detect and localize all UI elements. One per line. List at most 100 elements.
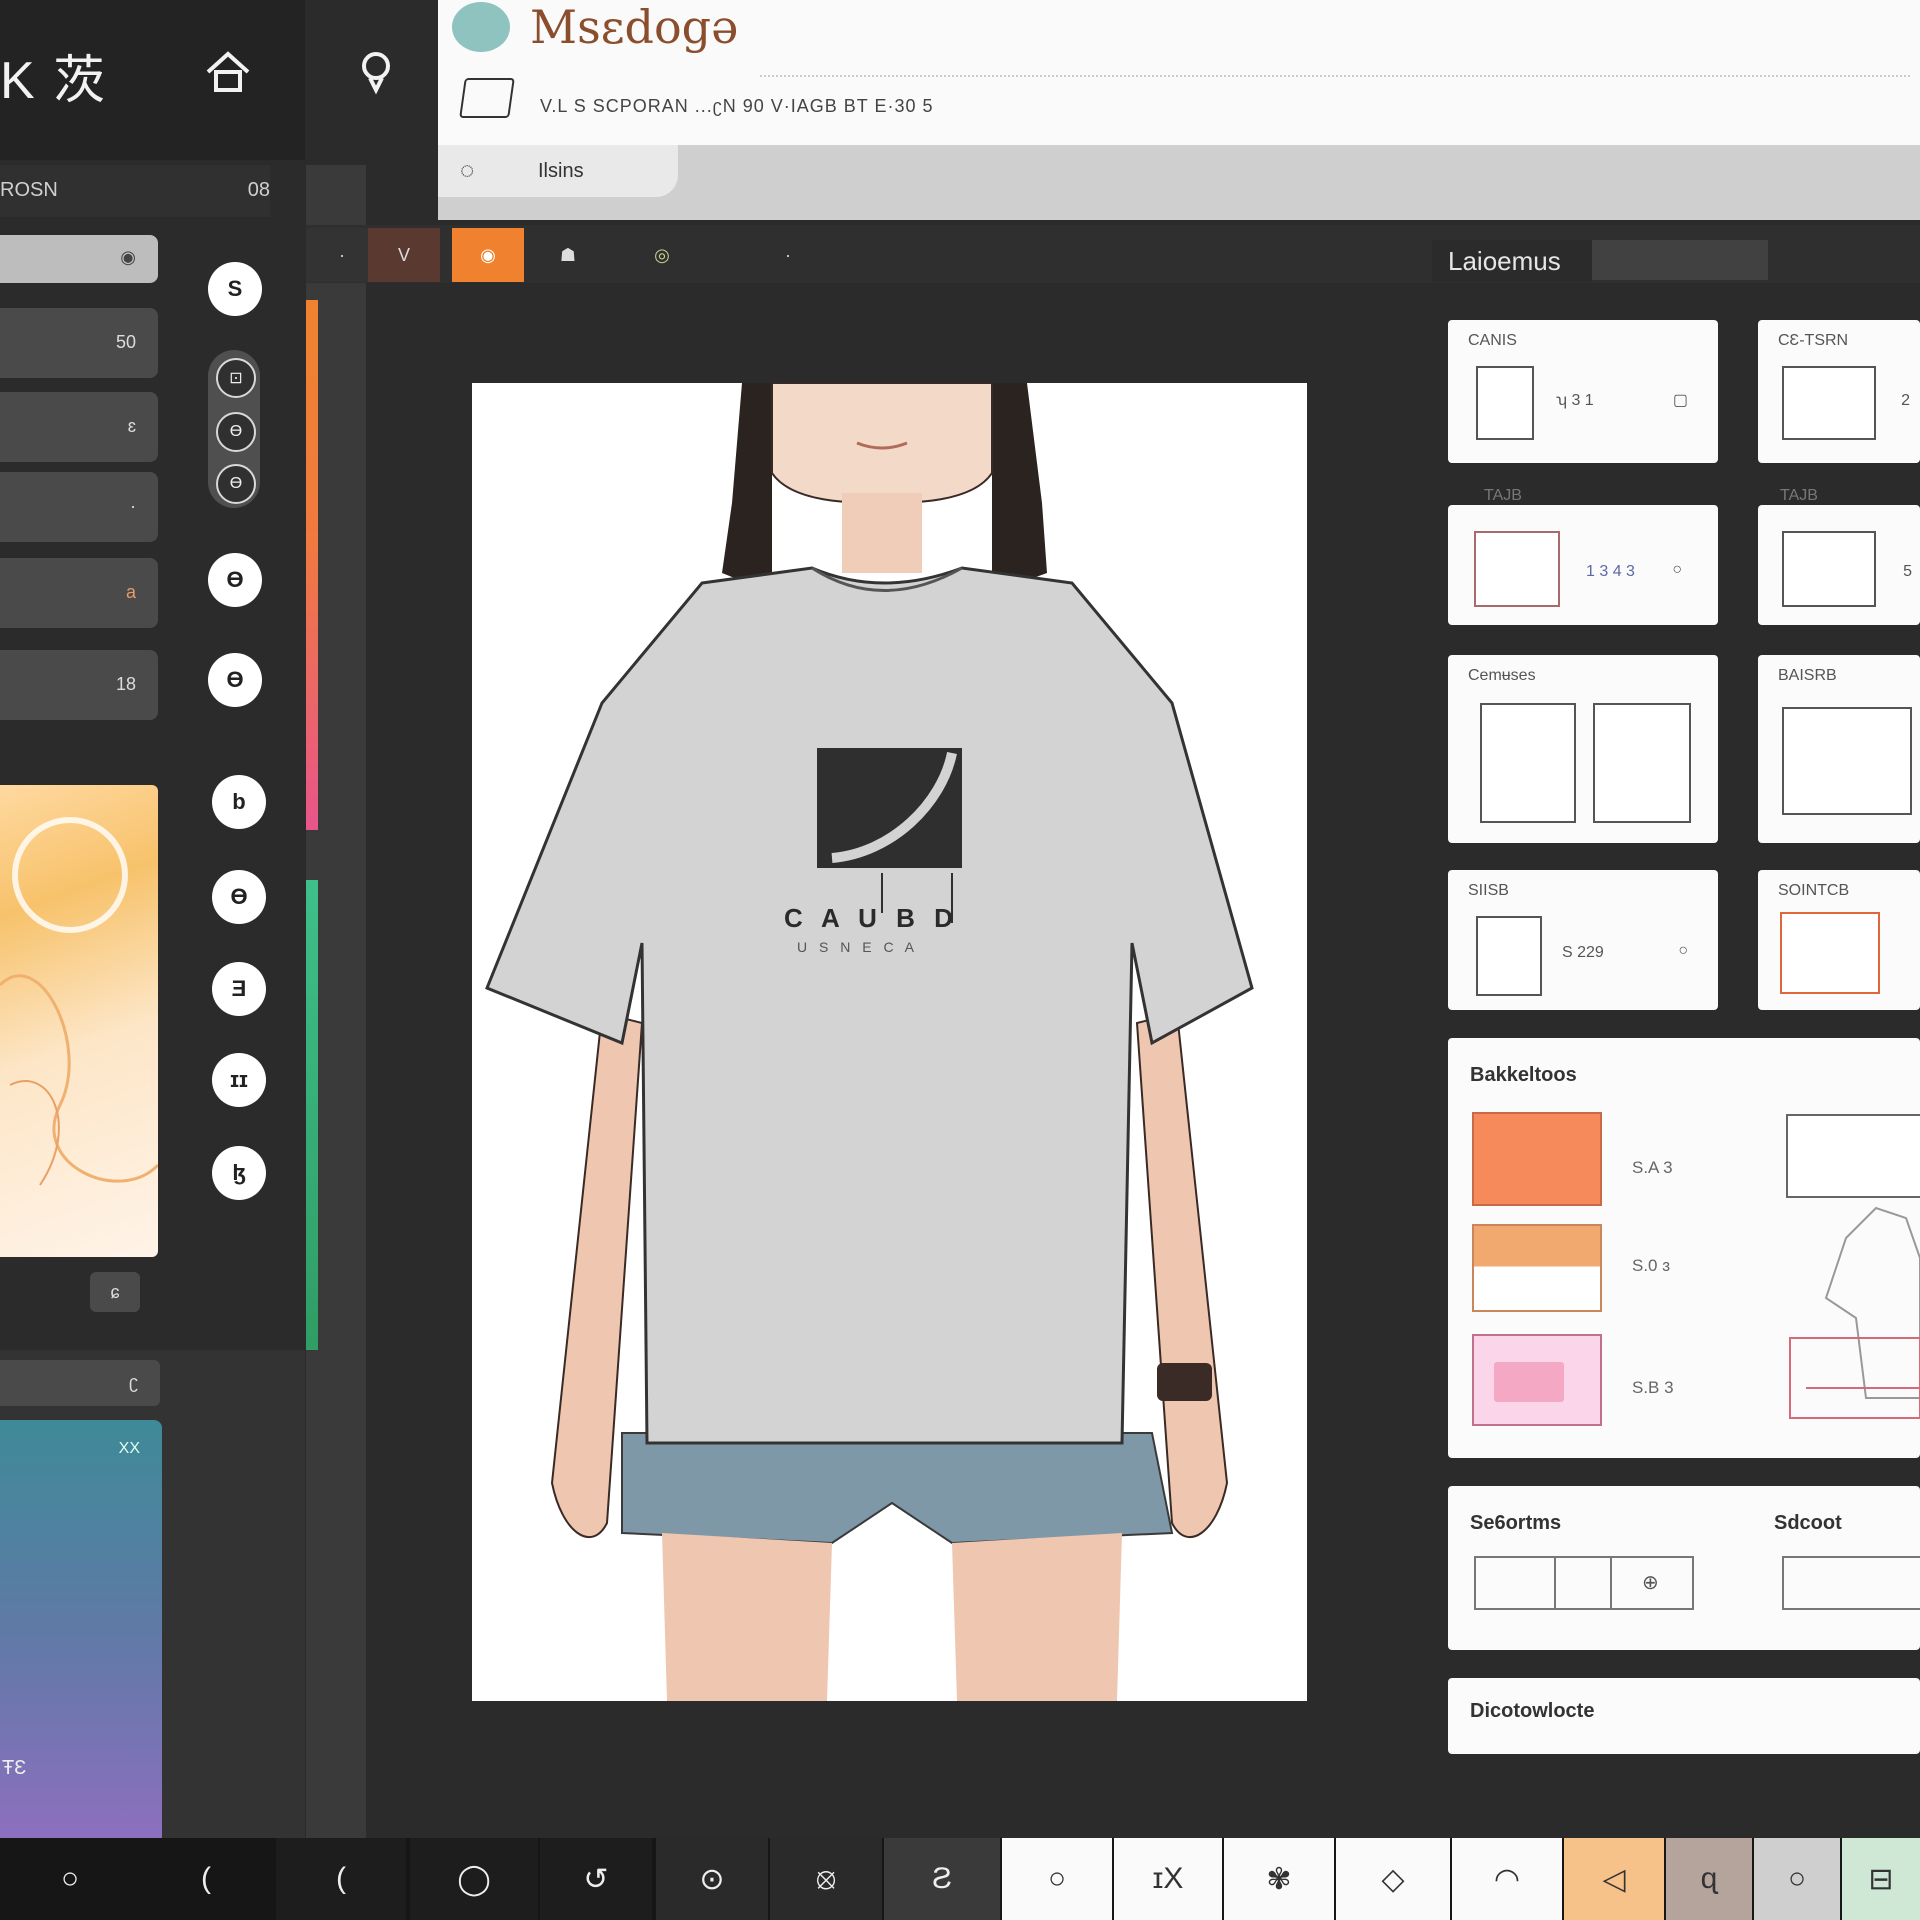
footer-section[interactable]: Dicotowlocte — [1448, 1678, 1920, 1754]
color-swatch[interactable] — [1472, 1224, 1602, 1312]
layer-row[interactable]: 50 — [0, 308, 158, 378]
toolbar-button[interactable]: V — [368, 228, 440, 282]
layer-row[interactable]: a — [0, 558, 158, 628]
bottom-tool-button[interactable]: ◇ — [1336, 1838, 1450, 1920]
color-swatch[interactable] — [1472, 1334, 1602, 1426]
card-toggle-icon[interactable]: ▢ — [1673, 390, 1688, 410]
search-icon: ◌ — [460, 157, 475, 184]
card-title: CƐ-TSRN — [1778, 332, 1849, 349]
bottom-tool-button[interactable]: Ƨ — [884, 1838, 1000, 1920]
card-meta: ʮ 3 1 — [1556, 392, 1594, 409]
home-icon[interactable] — [200, 44, 256, 100]
palette-section: Bakkeltoos S.A 3 S.0 ɜ S.B 3 — [1448, 1038, 1920, 1458]
layer-row[interactable]: 18 — [0, 650, 158, 720]
tab-label: Ilsins — [538, 160, 584, 182]
swatch-label: S.A 3 — [1632, 1158, 1673, 1177]
preset-preview — [1782, 366, 1876, 440]
preset-card[interactable]: BAISRB — [1758, 655, 1920, 843]
app-title: Msɛdogə — [530, 0, 739, 54]
preset-preview — [1474, 531, 1560, 607]
bottom-tool-button[interactable]: ✾ — [1224, 1838, 1334, 1920]
pill-tool-button[interactable]: Ɵ — [216, 464, 256, 504]
preset-preview — [1476, 366, 1534, 440]
swatch-label: S.B 3 — [1632, 1378, 1674, 1397]
bottom-tool-button[interactable]: ○ — [1754, 1838, 1840, 1920]
sketch-preview — [1789, 1206, 1920, 1419]
tool-pill-group: ⊡ Ɵ Ɵ — [208, 350, 260, 508]
bottom-tool-button[interactable]: ◯ — [410, 1838, 538, 1920]
card-title: SIISB — [1468, 882, 1509, 899]
bottom-tool-button[interactable]: ɋ — [1666, 1838, 1752, 1920]
bottom-tool-button[interactable]: ○ — [1002, 1838, 1112, 1920]
bottom-tool-button[interactable]: ( — [140, 1838, 272, 1920]
lower-layer-row[interactable]: ʗ — [0, 1360, 160, 1406]
layer-row[interactable]: · — [0, 472, 158, 542]
pill-tool-button[interactable]: Ɵ — [216, 412, 256, 452]
layers-header: ROSN 08 — [0, 165, 300, 217]
bottom-tool-button[interactable]: ↺ — [540, 1838, 652, 1920]
bottom-tool-button[interactable]: ⦻ — [770, 1838, 882, 1920]
tool-circle-button[interactable]: ɪɪ — [212, 1053, 266, 1107]
pill-tool-button[interactable]: ⊡ — [216, 358, 256, 398]
strip-tab[interactable] — [270, 165, 306, 217]
card-toggle-icon[interactable]: ○ — [1672, 561, 1682, 579]
tool-circle-button[interactable]: Ɵ — [208, 553, 262, 607]
layer-row[interactable]: ◉ — [0, 235, 158, 283]
segmented-control[interactable]: ⊕ — [1474, 1556, 1694, 1610]
palette-title: Bakkeltoos — [1470, 1064, 1577, 1086]
tool-circle-button[interactable]: Ɵ — [208, 653, 262, 707]
tool-circle-button[interactable]: b — [212, 775, 266, 829]
preset-preview — [1480, 703, 1576, 823]
color-swatch[interactable] — [1472, 1112, 1602, 1206]
preset-card[interactable]: TAJB 5 — [1758, 487, 1920, 625]
footer-section-title: Dicotowlocte — [1470, 1700, 1595, 1722]
left-title: K 茨 — [0, 52, 108, 110]
small-action-button[interactable]: ɕ — [90, 1272, 140, 1312]
bottom-tool-button[interactable]: ◠ — [1452, 1838, 1562, 1920]
bottom-tool-button[interactable]: ○ — [0, 1838, 140, 1920]
location-icon[interactable] — [348, 44, 404, 100]
gradient-card-label: XX — [118, 1440, 140, 1457]
layer-value: ɛ — [127, 416, 136, 436]
preset-preview — [1476, 916, 1542, 996]
preset-card[interactable]: SOINTCB — [1758, 870, 1920, 1010]
tab-active[interactable]: ◌ Ilsins — [438, 145, 678, 197]
preset-card[interactable]: CƐ-TSRN 2 — [1758, 320, 1920, 463]
preset-card[interactable]: Cemʉses — [1448, 655, 1718, 843]
settings-title: Se6ortms — [1470, 1512, 1562, 1534]
shirt-logo-text: C A U B D — [784, 903, 959, 933]
bottom-tool-button[interactable]: ɪX — [1114, 1838, 1222, 1920]
bottom-tool-button[interactable]: ( — [276, 1838, 406, 1920]
shirt-logo-subtext: U S N E C A — [797, 939, 919, 955]
preset-card[interactable]: SIISB S 229 ○ — [1448, 870, 1718, 1010]
header-subtitle: V.L S SCPORAN ...ʗN 90 V·IAGB BT E·30 5 — [540, 96, 934, 116]
tool-circle-button[interactable]: Ɵ — [212, 870, 266, 924]
card-title: TAJB — [1484, 487, 1522, 504]
canvas[interactable]: C A U B D U S N E C A — [472, 382, 1307, 1701]
tool-circle-button[interactable]: ɮ — [212, 1146, 266, 1200]
panel-search-input[interactable] — [1592, 240, 1768, 280]
document-icon[interactable] — [459, 78, 515, 118]
preset-card[interactable]: TAJB 1 3 4 3 ○ — [1448, 487, 1718, 625]
swatch-label: S.0 ɜ — [1632, 1256, 1671, 1275]
toolbar-button[interactable]: · — [752, 228, 824, 282]
card-toggle-icon[interactable]: ○ — [1678, 942, 1688, 960]
preset-preview — [1780, 912, 1880, 994]
eye-icon[interactable]: ◉ — [120, 247, 136, 268]
preset-card[interactable]: CANIS ʮ 3 1 ▢ — [1448, 320, 1718, 463]
toolbar-button[interactable]: ◎ — [626, 228, 698, 282]
bottom-tool-button[interactable]: ⊟ — [1842, 1838, 1920, 1920]
color-track — [306, 880, 318, 1350]
segmented-control[interactable] — [1782, 1556, 1920, 1610]
toolbar-button[interactable]: ☗ — [532, 228, 604, 282]
artwork-thumbnail[interactable] — [0, 785, 158, 1257]
tool-circle-button[interactable]: S — [208, 262, 262, 316]
bottom-tool-button-active[interactable]: ◁ — [1564, 1838, 1664, 1920]
layer-row[interactable]: ɛ — [0, 392, 158, 462]
tool-circle-button[interactable]: Ǝ — [212, 962, 266, 1016]
header-divider — [760, 75, 1910, 77]
toolbar-button-active[interactable]: ◉ — [452, 228, 524, 282]
gradient-swatch-card[interactable]: XX ŦƐ — [0, 1420, 162, 1840]
bottom-tool-button[interactable]: ⊙ — [656, 1838, 768, 1920]
card-title: CANIS — [1468, 332, 1517, 349]
